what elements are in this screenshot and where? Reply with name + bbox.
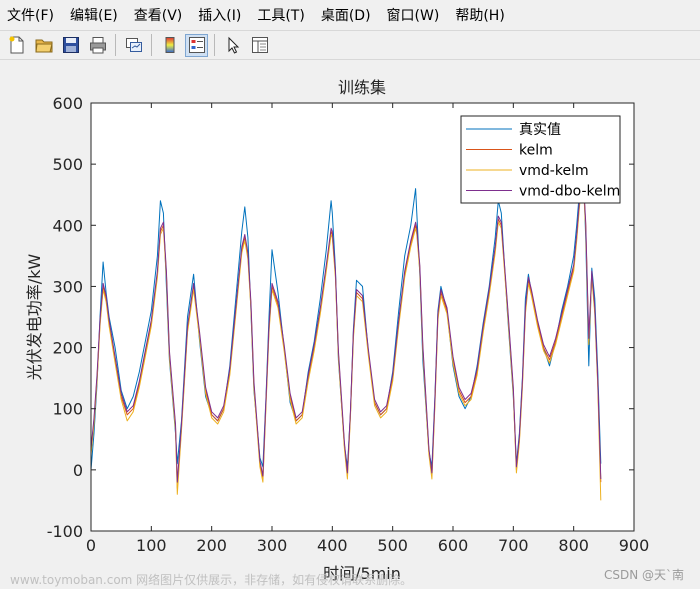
save-icon[interactable]: [59, 34, 82, 57]
legend-entry: vmd-kelm: [519, 163, 589, 179]
x-tick-label: 100: [136, 536, 167, 555]
insert-legend-icon[interactable]: [185, 33, 208, 57]
menu-item-5[interactable]: 桌面(D): [313, 5, 379, 25]
y-tick-label: 500: [52, 155, 83, 174]
menu-item-7[interactable]: 帮助(H): [447, 5, 512, 25]
x-tick-label: 200: [196, 536, 227, 555]
y-tick-label: 400: [52, 216, 83, 235]
y-tick-label: 200: [52, 339, 83, 358]
toolbar-separator: [151, 34, 152, 56]
print-icon[interactable]: [86, 34, 109, 57]
y-tick-label: 100: [52, 400, 83, 419]
menu-item-1[interactable]: 编辑(E): [62, 5, 126, 25]
legend[interactable]: 真实值 kelm vmd-kelm vmd-dbo-kelm: [460, 115, 621, 204]
toolbar: [0, 30, 700, 60]
x-tick-label: 800: [558, 536, 589, 555]
menu-item-0[interactable]: 文件(F): [0, 5, 62, 25]
y-tick-label: -100: [47, 522, 83, 541]
x-tick-label: 400: [317, 536, 348, 555]
x-tick-label: 700: [498, 536, 529, 555]
new-figure-icon[interactable]: [5, 34, 28, 57]
toolbar-separator: [214, 34, 215, 56]
open-file-icon[interactable]: [32, 34, 55, 57]
toolbar-separator: [115, 34, 116, 56]
menu-item-6[interactable]: 窗口(W): [379, 5, 448, 25]
y-tick-label: 0: [73, 461, 83, 480]
pointer-icon[interactable]: [221, 34, 244, 57]
legend-entry: kelm: [519, 143, 553, 159]
x-tick-label: 500: [377, 536, 408, 555]
menu-item-3[interactable]: 插入(I): [190, 5, 249, 25]
menu-item-2[interactable]: 查看(V): [126, 5, 191, 25]
property-inspector-icon[interactable]: [248, 34, 271, 57]
x-tick-label: 0: [86, 536, 96, 555]
menu-item-4[interactable]: 工具(T): [249, 5, 312, 25]
link-plot-icon[interactable]: [122, 34, 145, 57]
y-tick-label: 600: [52, 94, 83, 113]
watermark-text: www.toymoban.com 网络图片仅供展示，非存储，如有侵权请联系删除。: [10, 573, 413, 587]
watermark-credit: CSDN @天`南: [603, 568, 684, 582]
x-tick-label: 300: [257, 536, 288, 555]
y-axis-label: 光伏发电功率/kW: [25, 254, 44, 381]
chart-title: 训练集: [338, 78, 386, 97]
chart[interactable]: 训练集 时间/5min 光伏发电功率/kW 0 100 200 300 400 500 60…: [0, 61, 700, 589]
legend-entry: vmd-dbo-kelm: [519, 184, 620, 200]
x-tick-label: 600: [438, 536, 469, 555]
figure-area: 训练集 时间/5min 光伏发电功率/kW 0 100 200 300 400 500 60…: [0, 61, 700, 589]
insert-colorbar-icon[interactable]: [158, 34, 181, 57]
y-tick-label: 300: [52, 277, 83, 296]
legend-entry: 真实值: [519, 122, 561, 138]
menu-bar: 文件(F) 编辑(E) 查看(V) 插入(I) 工具(T) 桌面(D) 窗口(W) 帮助(H): [0, 0, 700, 30]
x-tick-label: 900: [619, 536, 650, 555]
